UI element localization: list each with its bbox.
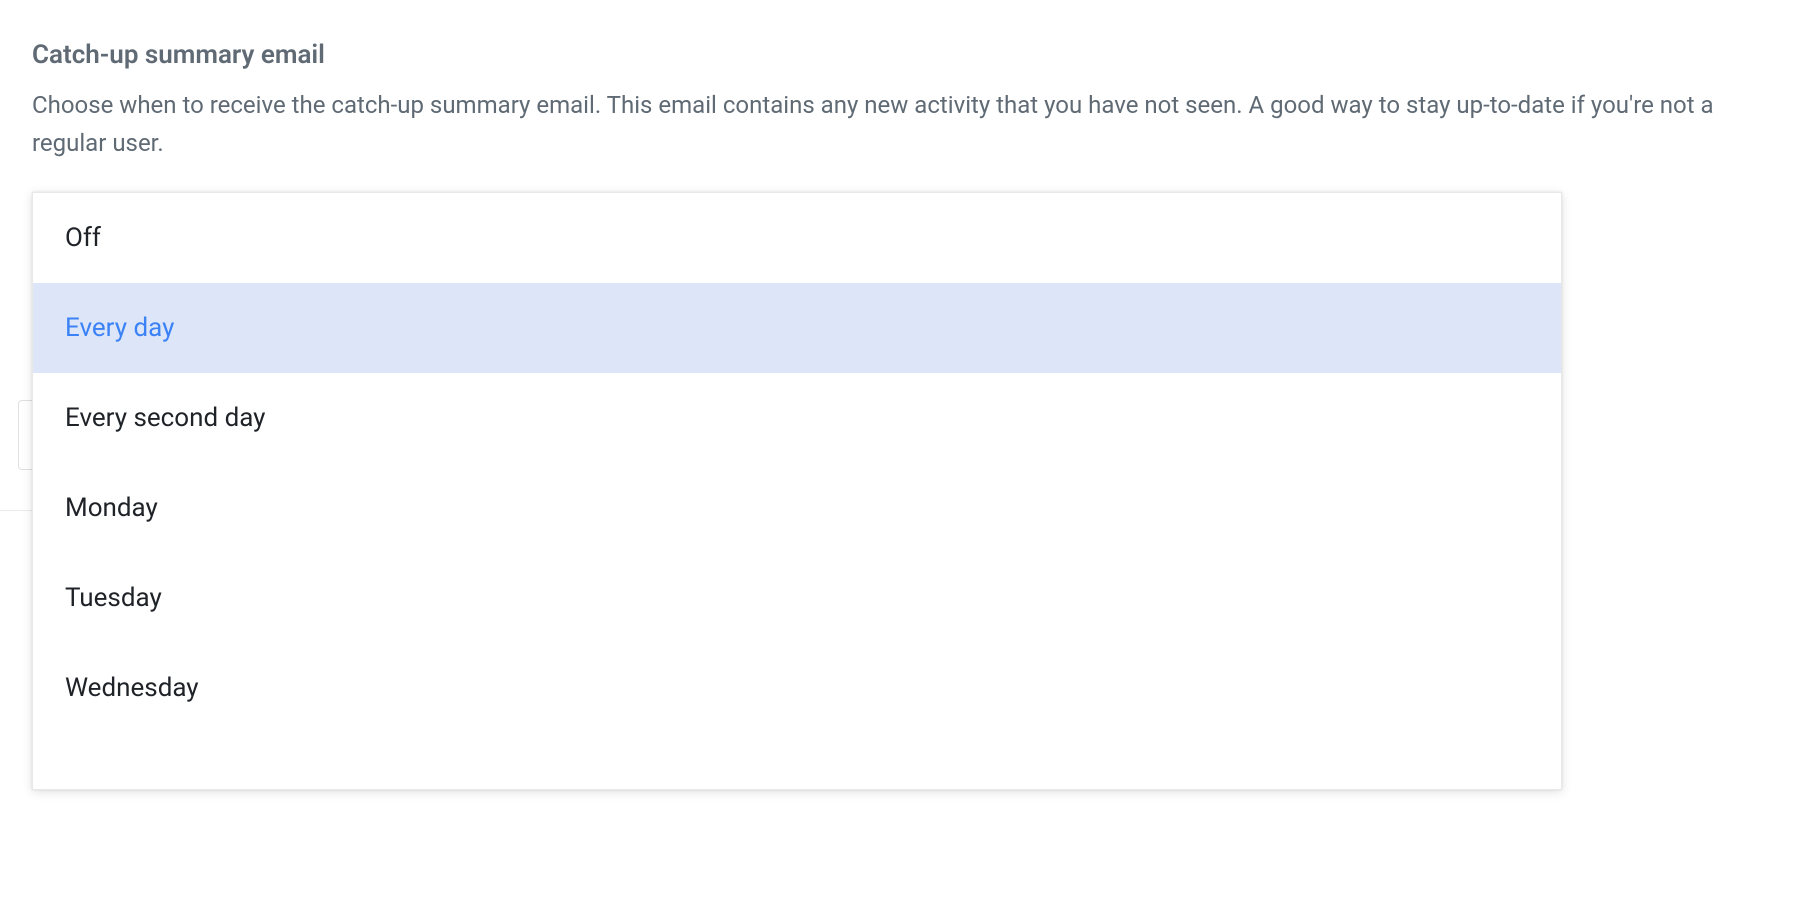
frequency-dropdown-panel: Off Every day Every second day Monday Tu… (32, 192, 1562, 790)
section-description: Choose when to receive the catch-up summ… (32, 86, 1777, 163)
settings-section: Catch-up summary email Choose when to re… (0, 0, 1809, 163)
dropdown-scroll-area[interactable]: Off Every day Every second day Monday Tu… (33, 193, 1561, 789)
dropdown-option-wednesday[interactable]: Wednesday (33, 643, 1561, 733)
section-title: Catch-up summary email (32, 40, 1777, 70)
dropdown-option-label: Wednesday (65, 673, 199, 703)
dropdown-option-off[interactable]: Off (33, 193, 1561, 283)
dropdown-option-label: Every second day (65, 403, 265, 433)
dropdown-option-tuesday[interactable]: Tuesday (33, 553, 1561, 643)
dropdown-option-monday[interactable]: Monday (33, 463, 1561, 553)
dropdown-option-label: Every day (65, 313, 174, 343)
dropdown-option-every-day[interactable]: Every day (33, 283, 1561, 373)
dropdown-option-label: Off (65, 223, 101, 253)
dropdown-option-label: Tuesday (65, 583, 162, 613)
dropdown-option-label: Monday (65, 493, 158, 523)
dropdown-option-every-second-day[interactable]: Every second day (33, 373, 1561, 463)
